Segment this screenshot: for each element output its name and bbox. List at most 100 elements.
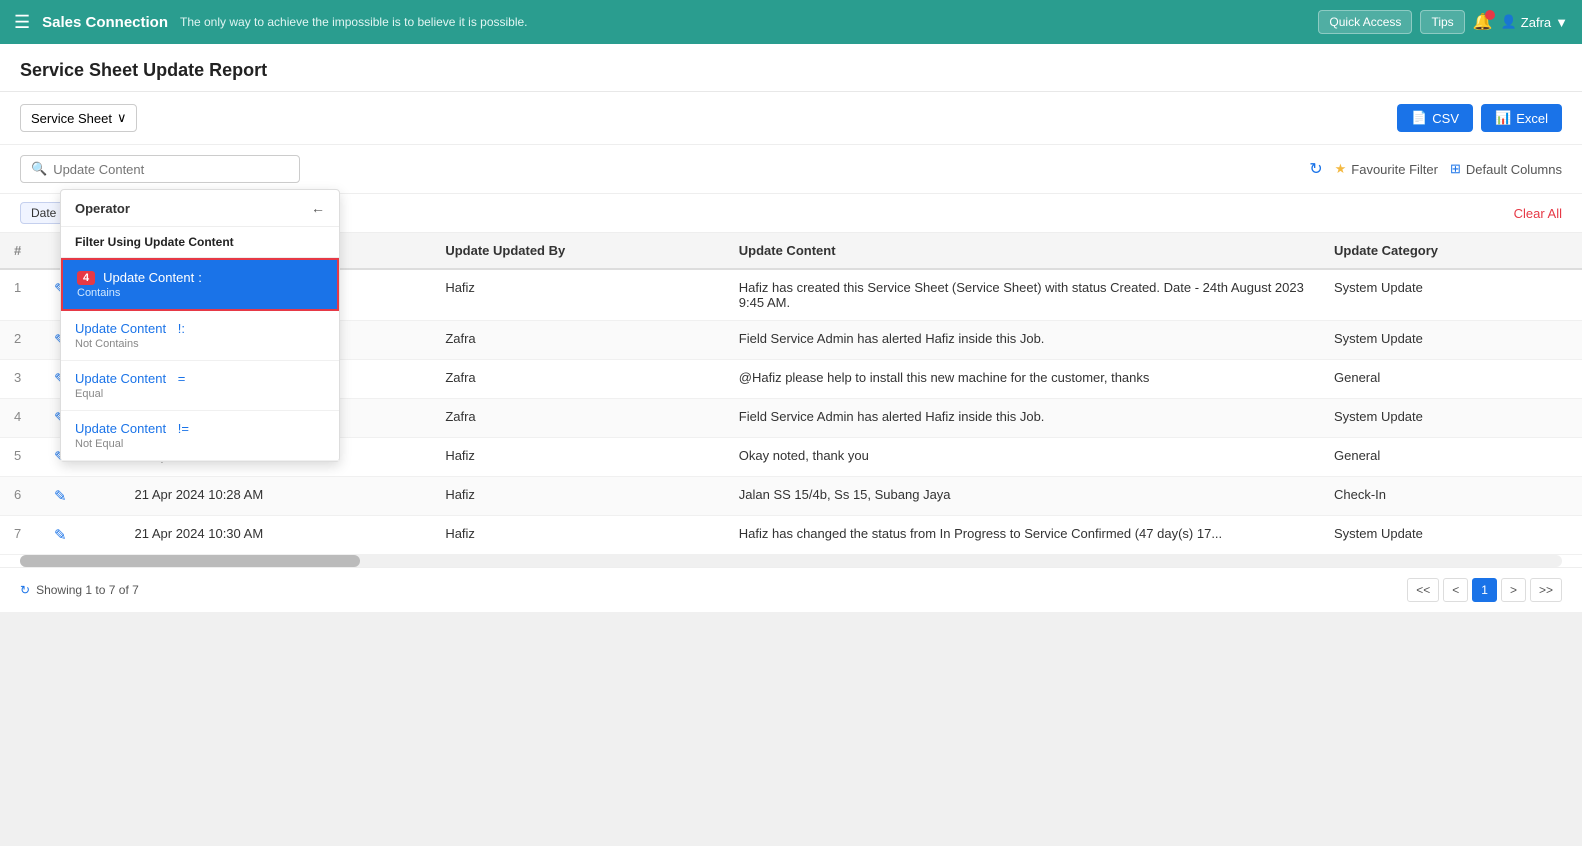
row-content: @Hafiz please help to install this new m… (725, 360, 1320, 399)
user-name: Zafra (1521, 15, 1551, 30)
current-page-button[interactable]: 1 (1472, 578, 1497, 602)
row-updatedby: Zafra (431, 321, 724, 360)
row-updatedby: Hafiz (431, 477, 724, 516)
edit-icon[interactable]: ✎ (54, 527, 67, 544)
dropdown-label: Service Sheet (31, 111, 112, 126)
op-header-title: Operator (75, 201, 130, 216)
pagination-bar: ↻ Showing 1 to 7 of 7 << < 1 > >> (0, 567, 1582, 612)
op-item-equal-title: Update Content = (75, 371, 325, 386)
page-header: Service Sheet Update Report (0, 44, 1582, 92)
filter-right: ↻ ★ Favourite Filter ⊞ Default Columns (1309, 159, 1562, 179)
row-updatedby: Hafiz (431, 516, 724, 555)
op-item-equal[interactable]: Update Content = Equal (61, 361, 339, 411)
row-updatedby: Zafra (431, 360, 724, 399)
row-content: Field Service Admin has alerted Hafiz in… (725, 399, 1320, 438)
row-num: 4 (0, 399, 40, 438)
row-category: System Update (1320, 516, 1582, 555)
first-page-button[interactable]: << (1407, 578, 1439, 602)
clear-all-button[interactable]: Clear All (1514, 206, 1562, 221)
col-header-category: Update Category (1320, 233, 1582, 269)
csv-label: CSV (1432, 111, 1459, 126)
next-page-button[interactable]: > (1501, 578, 1526, 602)
op-item-contains-sub: Contains (77, 287, 323, 299)
op-item-contains[interactable]: 4 Update Content : Contains (61, 258, 339, 311)
row-num: 7 (0, 516, 40, 555)
quick-access-button[interactable]: Quick Access (1318, 10, 1412, 34)
user-menu[interactable]: 👤 Zafra ▼ (1501, 14, 1568, 30)
op-header: Operator ← (61, 190, 339, 227)
op-item-equal-sub: Equal (75, 388, 325, 400)
operator-dropdown: Operator ← Filter Using Update Content 4… (60, 189, 340, 462)
tips-button[interactable]: Tips (1420, 10, 1464, 34)
row-category: System Update (1320, 269, 1582, 321)
scrollbar-thumb[interactable] (20, 555, 360, 567)
page-title: Service Sheet Update Report (20, 60, 267, 80)
op-back-button[interactable]: ← (311, 200, 325, 216)
hamburger-icon[interactable]: ☰ (14, 12, 30, 33)
op-item-notequal-sub: Not Equal (75, 438, 325, 450)
row-content: Okay noted, thank you (725, 438, 1320, 477)
pagination-showing: Showing 1 to 7 of 7 (36, 583, 139, 597)
dropdown-chevron-icon: ∨ (117, 110, 127, 126)
service-sheet-dropdown[interactable]: Service Sheet ∨ (20, 104, 137, 132)
search-icon: 🔍 (31, 161, 47, 177)
excel-button[interactable]: 📊 Excel (1481, 104, 1562, 132)
row-content: Hafiz has changed the status from In Pro… (725, 516, 1320, 555)
default-columns-label: Default Columns (1466, 162, 1562, 177)
op-item-not-contains[interactable]: Update Content !: Not Contains (61, 311, 339, 361)
toolbar: Service Sheet ∨ 📄 CSV 📊 Excel (0, 92, 1582, 145)
row-num: 1 (0, 269, 40, 321)
row-edit[interactable]: ✎ (40, 477, 121, 516)
op-subtitle: Filter Using Update Content (61, 227, 339, 258)
page-container: Service Sheet Update Report Service Shee… (0, 44, 1582, 612)
row-num: 2 (0, 321, 40, 360)
row-edit[interactable]: ✎ (40, 516, 121, 555)
op-item-notcontains-title: Update Content !: (75, 321, 325, 336)
topnav: ☰ Sales Connection The only way to achie… (0, 0, 1582, 44)
col-header-updatedby: Update Updated By (431, 233, 724, 269)
row-category: General (1320, 360, 1582, 399)
pagination-info: ↻ Showing 1 to 7 of 7 (20, 583, 139, 597)
row-time: 21 Apr 2024 10:30 AM (121, 516, 432, 555)
search-input[interactable] (53, 162, 289, 177)
columns-icon: ⊞ (1450, 161, 1461, 177)
star-icon: ★ (1335, 161, 1347, 177)
notification-badge (1485, 10, 1495, 20)
row-content: Jalan SS 15/4b, Ss 15, Subang Jaya (725, 477, 1320, 516)
brand-name: Sales Connection (42, 14, 168, 31)
op-badge: 4 (77, 271, 95, 285)
last-page-button[interactable]: >> (1530, 578, 1562, 602)
refresh-small-icon[interactable]: ↻ (20, 583, 30, 597)
csv-icon: 📄 (1411, 110, 1427, 126)
notification-bell[interactable]: 🔔 (1473, 12, 1493, 32)
row-category: Check-In (1320, 477, 1582, 516)
edit-icon[interactable]: ✎ (54, 488, 67, 505)
refresh-button[interactable]: ↻ (1309, 159, 1322, 179)
row-updatedby: Zafra (431, 399, 724, 438)
op-item-notcontains-sub: Not Contains (75, 338, 325, 350)
csv-button[interactable]: 📄 CSV (1397, 104, 1473, 132)
col-header-hash: # (0, 233, 40, 269)
excel-icon: 📊 (1495, 110, 1511, 126)
table-row: 6 ✎ 21 Apr 2024 10:28 AM Hafiz Jalan SS … (0, 477, 1582, 516)
row-content: Field Service Admin has alerted Hafiz in… (725, 321, 1320, 360)
row-num: 3 (0, 360, 40, 399)
row-num: 5 (0, 438, 40, 477)
row-content: Hafiz has created this Service Sheet (Se… (725, 269, 1320, 321)
nav-right: Quick Access Tips 🔔 👤 Zafra ▼ (1318, 10, 1568, 34)
horizontal-scrollbar[interactable] (20, 555, 1562, 567)
op-item-contains-title: 4 Update Content : (77, 270, 323, 285)
filter-bar: 🔍 ↻ ★ Favourite Filter ⊞ Default Columns… (0, 145, 1582, 194)
search-box[interactable]: 🔍 (20, 155, 300, 183)
prev-page-button[interactable]: < (1443, 578, 1468, 602)
excel-label: Excel (1516, 111, 1548, 126)
op-item-notequal-title: Update Content != (75, 421, 325, 436)
row-updatedby: Hafiz (431, 438, 724, 477)
favourite-filter-button[interactable]: ★ Favourite Filter (1335, 161, 1438, 177)
default-columns-button[interactable]: ⊞ Default Columns (1450, 161, 1562, 177)
op-item-not-equal[interactable]: Update Content != Not Equal (61, 411, 339, 461)
chevron-down-icon: ▼ (1555, 15, 1568, 30)
row-num: 6 (0, 477, 40, 516)
toolbar-right: 📄 CSV 📊 Excel (1397, 104, 1562, 132)
row-category: System Update (1320, 399, 1582, 438)
